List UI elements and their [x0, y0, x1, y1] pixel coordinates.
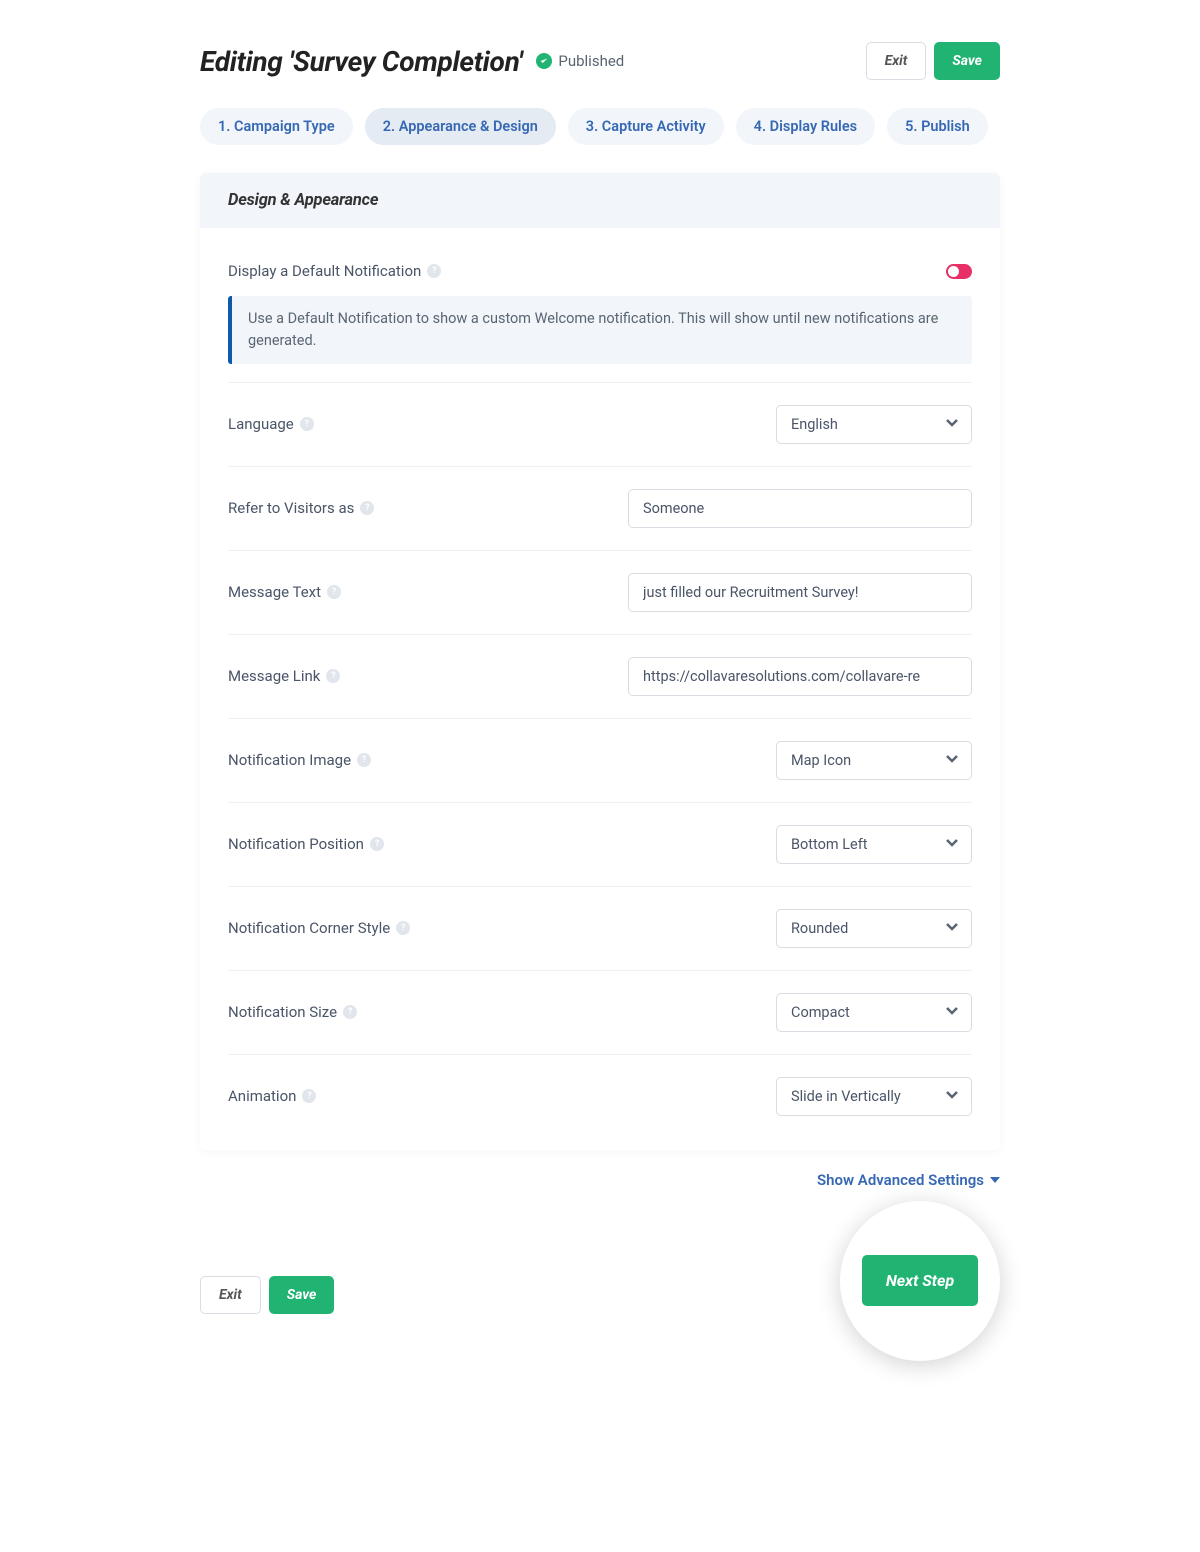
tab-campaign-type[interactable]: 1. Campaign Type — [200, 108, 353, 145]
info-box: Use a Default Notification to show a cus… — [228, 296, 972, 364]
help-icon[interactable]: ? — [302, 1089, 316, 1103]
message-text-label: Message Text ? — [228, 583, 341, 601]
status-badge: Published — [536, 52, 624, 70]
corner-style-label: Notification Corner Style ? — [228, 919, 410, 937]
default-notification-label: Display a Default Notification ? — [228, 262, 441, 280]
refer-visitors-input[interactable] — [628, 489, 972, 528]
help-icon[interactable]: ? — [357, 753, 371, 767]
next-step-button[interactable]: Next Step — [862, 1255, 978, 1306]
exit-button[interactable]: Exit — [866, 42, 927, 80]
animation-select[interactable]: Slide in Vertically — [776, 1077, 972, 1116]
tab-appearance-design[interactable]: 2. Appearance & Design — [365, 108, 556, 145]
save-button[interactable]: Save — [934, 42, 1000, 80]
tab-display-rules[interactable]: 4. Display Rules — [736, 108, 875, 145]
tab-publish[interactable]: 5. Publish — [887, 108, 988, 145]
help-icon[interactable]: ? — [300, 417, 314, 431]
notification-size-label: Notification Size ? — [228, 1003, 357, 1021]
page-title: Editing 'Survey Completion' — [200, 45, 522, 78]
notification-position-select[interactable]: Bottom Left — [776, 825, 972, 864]
step-tabs: 1. Campaign Type 2. Appearance & Design … — [200, 108, 1000, 145]
language-select[interactable]: English — [776, 405, 972, 444]
animation-label: Animation ? — [228, 1087, 316, 1105]
notification-image-select[interactable]: Map Icon — [776, 741, 972, 780]
caret-down-icon — [990, 1177, 1000, 1183]
tab-capture-activity[interactable]: 3. Capture Activity — [568, 108, 724, 145]
notification-position-label: Notification Position ? — [228, 835, 384, 853]
default-notification-toggle[interactable] — [946, 264, 972, 279]
refer-visitors-label: Refer to Visitors as ? — [228, 499, 374, 517]
help-icon[interactable]: ? — [343, 1005, 357, 1019]
language-label: Language ? — [228, 415, 314, 433]
footer-exit-button[interactable]: Exit — [200, 1276, 261, 1314]
footer-save-button[interactable]: Save — [269, 1276, 335, 1314]
show-advanced-link[interactable]: Show Advanced Settings — [817, 1171, 1000, 1189]
notification-size-select[interactable]: Compact — [776, 993, 972, 1032]
message-link-label: Message Link ? — [228, 667, 340, 685]
status-label: Published — [558, 52, 624, 70]
panel-title: Design & Appearance — [228, 191, 972, 210]
help-icon[interactable]: ? — [327, 585, 341, 599]
design-panel: Design & Appearance Display a Default No… — [200, 173, 1000, 1150]
help-icon[interactable]: ? — [427, 264, 441, 278]
page-header: Editing 'Survey Completion' Published Ex… — [200, 0, 1000, 108]
message-text-input[interactable] — [628, 573, 972, 612]
help-icon[interactable]: ? — [326, 669, 340, 683]
next-step-bubble: Next Step — [840, 1201, 1000, 1361]
help-icon[interactable]: ? — [360, 501, 374, 515]
check-circle-icon — [536, 53, 552, 69]
help-icon[interactable]: ? — [370, 837, 384, 851]
help-icon[interactable]: ? — [396, 921, 410, 935]
message-link-input[interactable] — [628, 657, 972, 696]
corner-style-select[interactable]: Rounded — [776, 909, 972, 948]
notification-image-label: Notification Image ? — [228, 751, 371, 769]
